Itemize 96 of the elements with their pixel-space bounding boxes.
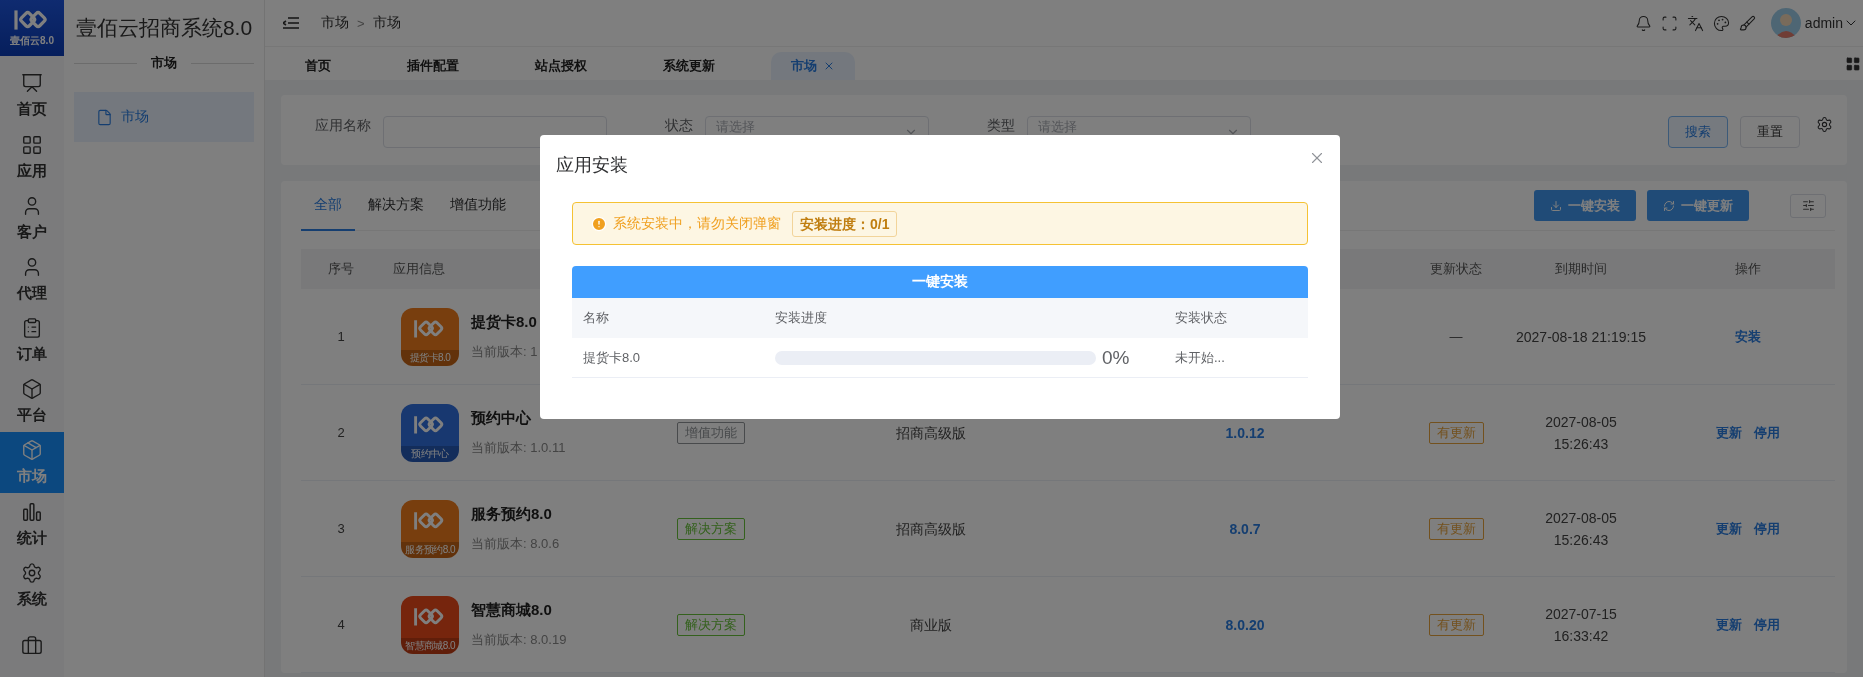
app-version: 当前版本: 1 [471,342,538,361]
update-all-button[interactable]: 一键更新 [1647,190,1749,221]
table-cell: 2027-08-05 15:26:43 [1502,385,1660,481]
section-title: 市场 [151,54,177,72]
table-cell: 4 [301,577,381,673]
filter-label: 状态 [665,117,693,133]
table-cell: 1 [301,289,381,385]
nav-item[interactable]: 市场 [0,432,64,494]
sidebar-item[interactable]: 市场 [74,92,254,142]
category-tag: 解决方案 [677,613,745,636]
status-tag: 有更新 [1428,421,1484,444]
reset-button[interactable]: 重置 [1740,116,1800,148]
action-link[interactable]: 安装 [1728,327,1767,346]
category-tag: 解决方案 [677,517,745,540]
app-name: 预约中心 [471,407,531,428]
column-settings-button[interactable] [1790,193,1826,218]
nav-icon [21,378,43,401]
column-header: 安装状态 [1164,298,1308,338]
nav-icon [21,317,43,340]
search-button[interactable]: 搜索 [1668,116,1728,148]
category-tab[interactable]: 增值功能 [437,180,519,231]
progress-tag: 安装进度：0/1 [792,210,898,237]
file-icon [96,108,113,126]
download-icon [1550,199,1562,212]
sliders-icon [1801,199,1815,212]
table-cell: 2 [301,385,381,481]
category-tab[interactable]: 解决方案 [355,180,437,231]
nav-icon [21,133,43,156]
column-header: 到期时间 [1502,249,1660,289]
nav-item[interactable]: 客户 [0,187,64,249]
column-header: 操作 [1660,249,1835,289]
warning-icon [591,215,607,232]
table-cell: 8.0.7 [1080,481,1410,577]
table-cell: 8.0.20 [1080,577,1410,673]
breadcrumb-separator: > [357,15,365,31]
install-button[interactable]: 一键安装 [572,266,1308,298]
action-link[interactable]: 更新 [1709,615,1748,634]
grid-icon[interactable] [1845,55,1861,72]
nav-item[interactable]: 订单 [0,310,64,372]
app-name: 智慧商城8.0 [471,599,552,620]
filter-label: 应用名称 [315,117,371,133]
breadcrumb-item[interactable]: 市场 [321,14,349,32]
table-cell: 2027-07-15 16:33:42 [1502,577,1660,673]
nav-item[interactable]: 首页 [0,65,64,127]
nav-icon [21,439,43,462]
table-cell: 3 [301,481,381,577]
filter-label: 类型 [987,117,1015,133]
table-cell: 提货卡8.0 [572,338,764,378]
nav-item[interactable]: 代理 [0,248,64,310]
app-name: 服务预约8.0 [471,503,552,524]
table-cell: 2027-08-05 15:26:43 [1502,481,1660,577]
install-all-button[interactable]: 一键安装 [1534,190,1636,221]
column-header: 名称 [572,298,764,338]
nav-item[interactable]: 统计 [0,493,64,555]
app-version: 当前版本: 8.0.19 [471,630,567,649]
action-link[interactable]: 停用 [1747,519,1786,538]
action-link[interactable]: 停用 [1747,615,1786,634]
close-icon[interactable] [823,60,835,72]
status-tag: 有更新 [1428,613,1484,636]
breadcrumb-item[interactable]: 市场 [372,14,401,32]
app-name: 提货卡8.0 [471,311,537,332]
action-link[interactable]: 更新 [1709,519,1748,538]
user-name[interactable]: admin [1804,15,1843,31]
avatar[interactable] [1770,8,1801,38]
table-cell: 商业版 [782,577,1080,673]
page-tab[interactable]: 插件配置 [387,52,479,80]
column-header: 更新状态 [1410,249,1502,289]
page-tab[interactable]: 市场 [771,52,855,80]
settings-icon[interactable] [1816,116,1833,133]
logo-text: 壹佰云8.0 [10,34,54,49]
alert-message: 系统安装中，请勿关闭弹窗 [613,214,781,233]
action-link[interactable]: 停用 [1747,423,1786,442]
action-link[interactable]: 更新 [1709,423,1748,442]
page-tab[interactable]: 站点授权 [515,52,607,80]
status-tag: 有更新 [1428,517,1484,540]
dialog-title: 应用安装 [556,154,629,177]
category-tab[interactable]: 全部 [301,180,355,231]
app-version: 当前版本: 8.0.6 [471,534,560,553]
table-cell: — [1410,289,1502,385]
progress-percent: 0% [1102,346,1130,369]
nav-item[interactable]: 应用 [0,126,64,188]
app-title: 壹佰云招商系统8.0 [74,15,254,41]
menu-icon[interactable] [283,16,299,30]
page-tab[interactable]: 系统更新 [643,52,735,80]
app-version: 当前版本: 1.0.11 [471,438,566,457]
table-cell: 2027-08-18 21:19:15 [1502,289,1660,385]
column-header: 序号 [301,249,381,289]
nav-item[interactable]: 系统 [0,554,64,616]
column-header: 安装进度 [764,298,1164,338]
refresh-icon [1663,199,1675,212]
table-cell: 招商高级版 [782,481,1080,577]
nav-icon [21,500,43,523]
page-tab[interactable]: 首页 [285,52,351,80]
nav-icon [21,72,43,95]
table-cell: 未开始... [1164,338,1308,378]
nav-icon [21,561,43,584]
